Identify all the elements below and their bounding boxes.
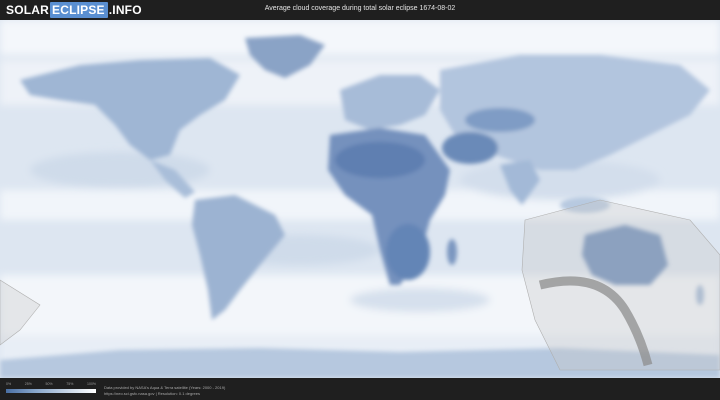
footer-bar: 0% 25% 50% 75% 100% Data provided by NAS… — [0, 378, 720, 400]
legend-tick: 50% — [45, 382, 53, 386]
legend-ticks: 0% 25% 50% 75% 100% — [6, 382, 96, 386]
legend-tick: 0% — [6, 382, 12, 386]
page-title: Average cloud coverage during total sola… — [264, 5, 456, 12]
world-map-svg — [0, 20, 720, 378]
cloud-coverage-legend-bar — [6, 389, 96, 393]
cloud-coverage-map[interactable] — [0, 20, 720, 378]
header-bar: SOLAR ECLIPSE .INFO Average cloud coverag… — [0, 0, 720, 20]
legend-tick: 100% — [87, 382, 96, 386]
legend-tick: 75% — [66, 382, 74, 386]
legend-tick: 25% — [24, 382, 32, 386]
credit-line-2: https://neo.sci.gsfc.nasa.gov | Resoluti… — [104, 391, 200, 396]
data-credit: Data provided by NASA's Aqua & Terra sat… — [104, 385, 225, 397]
